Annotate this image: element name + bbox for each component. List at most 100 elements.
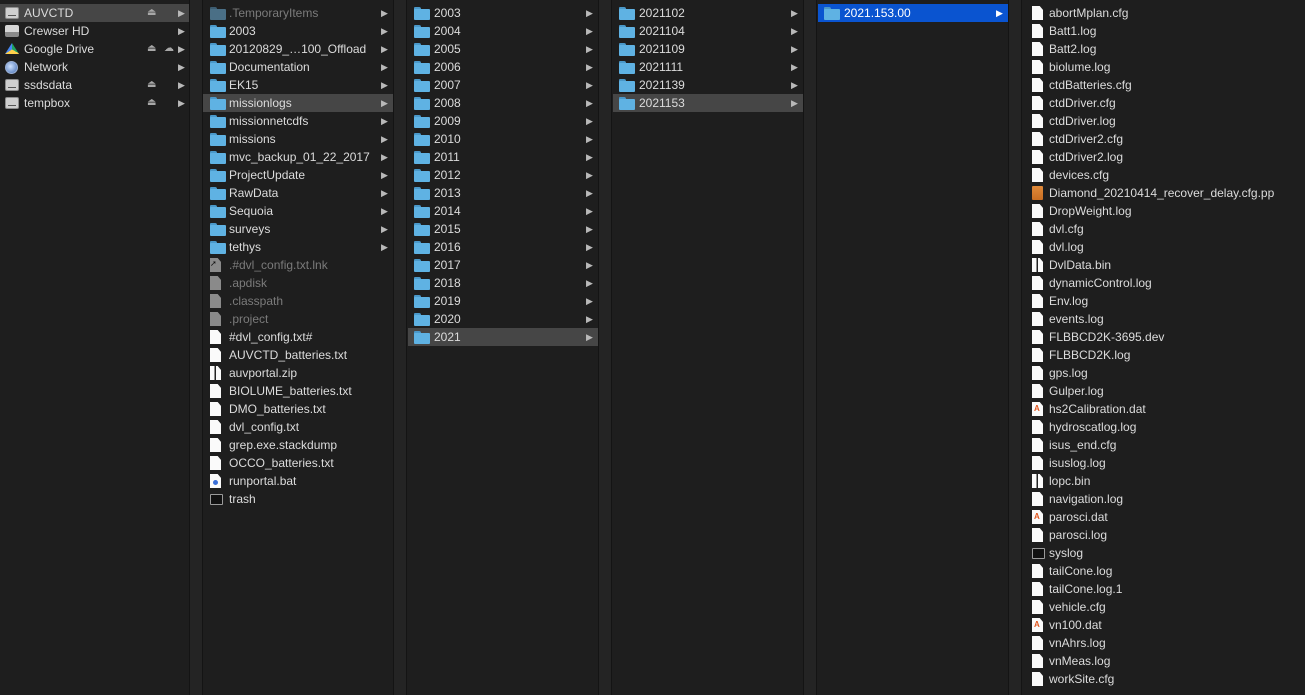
file-row[interactable]: ctdDriver2.log <box>1023 148 1305 166</box>
sidebar-item-google-drive[interactable]: Google Drive ☁ ⏏ ▶ <box>0 40 189 58</box>
file-row[interactable]: gps.log <box>1023 364 1305 382</box>
folder-row[interactable]: missionnetcdfs ▶ <box>203 112 393 130</box>
folder-row[interactable]: missionlogs ▶ <box>203 94 393 112</box>
file-row[interactable]: OCCO_batteries.txt <box>203 454 393 472</box>
file-row[interactable]: vnAhrs.log <box>1023 634 1305 652</box>
folder-row[interactable]: 2006 ▶ <box>408 58 598 76</box>
folder-row[interactable]: 2021 ▶ <box>408 328 598 346</box>
file-row[interactable]: Env.log <box>1023 292 1305 310</box>
folder-row[interactable]: 2011 ▶ <box>408 148 598 166</box>
file-row[interactable]: vnMeas.log <box>1023 652 1305 670</box>
folder-row[interactable]: 2017 ▶ <box>408 256 598 274</box>
folder-row[interactable]: tethys ▶ <box>203 238 393 256</box>
folder-row[interactable]: 2010 ▶ <box>408 130 598 148</box>
column-divider[interactable] <box>393 0 407 695</box>
column-divider[interactable] <box>598 0 612 695</box>
folder-row[interactable]: 2019 ▶ <box>408 292 598 310</box>
folder-row[interactable]: 20120829_…100_Offload ▶ <box>203 40 393 58</box>
sidebar-item-crewser-hd[interactable]: Crewser HD ▶ <box>0 22 189 40</box>
folder-row[interactable]: .TemporaryItems ▶ <box>203 4 393 22</box>
file-row[interactable]: Diamond_20210414_recover_delay.cfg.pp <box>1023 184 1305 202</box>
file-row[interactable]: vehicle.cfg <box>1023 598 1305 616</box>
file-row[interactable]: dynamicControl.log <box>1023 274 1305 292</box>
file-row[interactable]: Batt2.log <box>1023 40 1305 58</box>
file-row[interactable]: events.log <box>1023 310 1305 328</box>
file-row[interactable]: navigation.log <box>1023 490 1305 508</box>
file-row[interactable]: FLBBCD2K.log <box>1023 346 1305 364</box>
file-row[interactable]: Batt1.log <box>1023 22 1305 40</box>
folder-row[interactable]: 2018 ▶ <box>408 274 598 292</box>
folder-row[interactable]: 2013 ▶ <box>408 184 598 202</box>
file-row[interactable]: ctdDriver.log <box>1023 112 1305 130</box>
eject-icon[interactable]: ⏏ <box>147 40 156 58</box>
folder-row[interactable]: 2021139 ▶ <box>613 76 803 94</box>
file-row[interactable]: vn100.dat <box>1023 616 1305 634</box>
folder-row[interactable]: Documentation ▶ <box>203 58 393 76</box>
column-divider[interactable] <box>803 0 817 695</box>
folder-row[interactable]: 2003 ▶ <box>203 22 393 40</box>
folder-row[interactable]: RawData ▶ <box>203 184 393 202</box>
sidebar-item-tempbox[interactable]: tempbox ⏏ ▶ <box>0 94 189 112</box>
file-row[interactable]: .apdisk <box>203 274 393 292</box>
folder-row[interactable]: missions ▶ <box>203 130 393 148</box>
file-row[interactable]: lopc.bin <box>1023 472 1305 490</box>
file-row[interactable]: parosci.log <box>1023 526 1305 544</box>
file-row[interactable]: DMO_batteries.txt <box>203 400 393 418</box>
folder-row[interactable]: 2008 ▶ <box>408 94 598 112</box>
file-row[interactable]: ctdDriver2.cfg <box>1023 130 1305 148</box>
file-row[interactable]: tailCone.log <box>1023 562 1305 580</box>
folder-row[interactable]: 2021111 ▶ <box>613 58 803 76</box>
file-row[interactable]: isuslog.log <box>1023 454 1305 472</box>
folder-row[interactable]: Sequoia ▶ <box>203 202 393 220</box>
folder-row[interactable]: 2021109 ▶ <box>613 40 803 58</box>
file-row[interactable]: .#dvl_config.txt.lnk <box>203 256 393 274</box>
folder-row[interactable]: 2005 ▶ <box>408 40 598 58</box>
file-row[interactable]: Gulper.log <box>1023 382 1305 400</box>
folder-row[interactable]: surveys ▶ <box>203 220 393 238</box>
folder-row[interactable]: 2007 ▶ <box>408 76 598 94</box>
folder-row[interactable]: 2021153 ▶ <box>613 94 803 112</box>
file-row[interactable]: dvl_config.txt <box>203 418 393 436</box>
folder-row[interactable]: 2014 ▶ <box>408 202 598 220</box>
file-row[interactable]: #dvl_config.txt# <box>203 328 393 346</box>
folder-row[interactable]: 2016 ▶ <box>408 238 598 256</box>
folder-row[interactable]: mvc_backup_01_22_2017 ▶ <box>203 148 393 166</box>
folder-row[interactable]: 2020 ▶ <box>408 310 598 328</box>
file-row[interactable]: .project <box>203 310 393 328</box>
file-row[interactable]: tailCone.log.1 <box>1023 580 1305 598</box>
file-row[interactable]: auvportal.zip <box>203 364 393 382</box>
eject-icon[interactable]: ⏏ <box>147 94 156 112</box>
folder-row[interactable]: 2003 ▶ <box>408 4 598 22</box>
folder-row[interactable]: 2012 ▶ <box>408 166 598 184</box>
file-row[interactable]: BIOLUME_batteries.txt <box>203 382 393 400</box>
folder-row[interactable]: EK15 ▶ <box>203 76 393 94</box>
file-row[interactable]: isus_end.cfg <box>1023 436 1305 454</box>
file-row[interactable]: hs2Calibration.dat <box>1023 400 1305 418</box>
folder-row[interactable]: 2021104 ▶ <box>613 22 803 40</box>
file-row[interactable]: ctdBatteries.cfg <box>1023 76 1305 94</box>
file-row[interactable]: abortMplan.cfg <box>1023 4 1305 22</box>
folder-row[interactable]: 2021102 ▶ <box>613 4 803 22</box>
file-row[interactable]: syslog <box>1023 544 1305 562</box>
file-row[interactable]: biolume.log <box>1023 58 1305 76</box>
file-row[interactable]: FLBBCD2K-3695.dev <box>1023 328 1305 346</box>
file-row[interactable]: hydroscatlog.log <box>1023 418 1305 436</box>
file-row[interactable]: AUVCTD_batteries.txt <box>203 346 393 364</box>
file-row[interactable]: dvl.cfg <box>1023 220 1305 238</box>
file-row[interactable]: workSite.cfg <box>1023 670 1305 688</box>
file-row[interactable]: DropWeight.log <box>1023 202 1305 220</box>
folder-row[interactable]: 2015 ▶ <box>408 220 598 238</box>
sidebar-item-auvctd[interactable]: AUVCTD ⏏ ▶ <box>0 4 189 22</box>
file-row[interactable]: ctdDriver.cfg <box>1023 94 1305 112</box>
file-row[interactable]: devices.cfg <box>1023 166 1305 184</box>
column-divider[interactable] <box>189 0 203 695</box>
column-divider[interactable] <box>1008 0 1022 695</box>
file-row[interactable]: dvl.log <box>1023 238 1305 256</box>
eject-icon[interactable]: ⏏ <box>147 76 156 94</box>
folder-row[interactable]: 2021.153.00 ▶ <box>818 4 1008 22</box>
sidebar-item-network[interactable]: Network ▶ <box>0 58 189 76</box>
file-row[interactable]: parosci.dat <box>1023 508 1305 526</box>
file-row[interactable]: DvlData.bin <box>1023 256 1305 274</box>
file-row[interactable]: runportal.bat <box>203 472 393 490</box>
eject-icon[interactable]: ⏏ <box>147 4 156 22</box>
